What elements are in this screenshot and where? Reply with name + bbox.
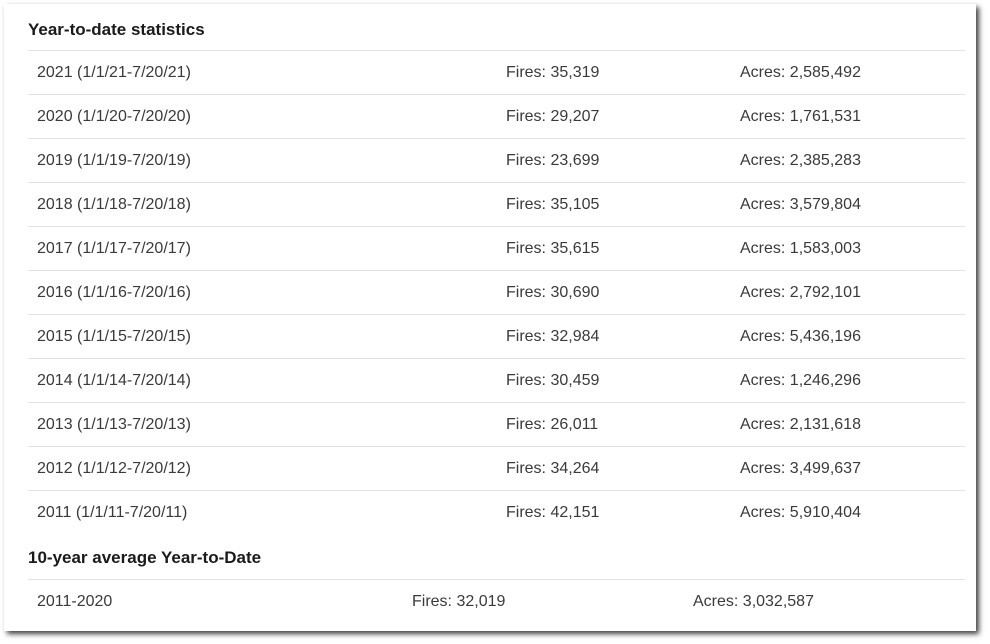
- statistics-card: Year-to-date statistics 2021 (1/1/21-7/2…: [4, 4, 976, 631]
- row-acres: Acres: 3,499,637: [740, 460, 861, 477]
- row-fires: Fires: 35,615: [506, 240, 600, 257]
- table-row: 2021 (1/1/21-7/20/21) Fires: 35,319 Acre…: [28, 50, 965, 94]
- row-period: 2014 (1/1/14-7/20/14): [37, 372, 191, 389]
- ytd-section-title: Year-to-date statistics: [28, 20, 205, 39]
- table-row: 2014 (1/1/14-7/20/14) Fires: 30,459 Acre…: [28, 358, 965, 402]
- row-acres: Acres: 2,131,618: [740, 416, 861, 433]
- row-acres: Acres: 1,583,003: [740, 240, 861, 257]
- table-row: 2011-2020 Fires: 32,019 Acres: 3,032,587: [28, 579, 965, 623]
- row-fires: Fires: 35,105: [506, 196, 600, 213]
- row-acres: Acres: 3,579,804: [740, 196, 861, 213]
- row-fires: Fires: 30,459: [506, 372, 600, 389]
- row-fires: Fires: 29,207: [506, 108, 600, 125]
- table-row: 2015 (1/1/15-7/20/15) Fires: 32,984 Acre…: [28, 314, 965, 358]
- row-acres: Acres: 2,585,492: [740, 64, 861, 81]
- row-acres: Acres: 1,246,296: [740, 372, 861, 389]
- ytd-table: 2021 (1/1/21-7/20/21) Fires: 35,319 Acre…: [28, 50, 965, 534]
- table-row: 2017 (1/1/17-7/20/17) Fires: 35,615 Acre…: [28, 226, 965, 270]
- table-row: 2018 (1/1/18-7/20/18) Fires: 35,105 Acre…: [28, 182, 965, 226]
- table-row: 2016 (1/1/16-7/20/16) Fires: 30,690 Acre…: [28, 270, 965, 314]
- row-fires: Fires: 26,011: [506, 416, 599, 433]
- row-acres: Acres: 3,032,587: [693, 593, 814, 610]
- table-row: 2020 (1/1/20-7/20/20) Fires: 29,207 Acre…: [28, 94, 965, 138]
- row-period: 2013 (1/1/13-7/20/13): [37, 416, 191, 433]
- average-table: 2011-2020 Fires: 32,019 Acres: 3,032,587: [28, 579, 965, 623]
- row-period: 2016 (1/1/16-7/20/16): [37, 284, 191, 301]
- row-acres: Acres: 1,761,531: [740, 108, 861, 125]
- row-period: 2017 (1/1/17-7/20/17): [37, 240, 191, 257]
- row-period: 2018 (1/1/18-7/20/18): [37, 196, 191, 213]
- average-section-title: 10-year average Year-to-Date: [28, 548, 262, 567]
- row-period: 2011 (1/1/11-7/20/11): [37, 504, 188, 521]
- row-fires: Fires: 32,019: [412, 593, 506, 610]
- table-row: 2011 (1/1/11-7/20/11) Fires: 42,151 Acre…: [28, 490, 965, 534]
- row-acres: Acres: 5,910,404: [740, 504, 861, 521]
- row-fires: Fires: 42,151: [506, 504, 600, 521]
- table-row: 2013 (1/1/13-7/20/13) Fires: 26,011 Acre…: [28, 402, 965, 446]
- row-period: 2019 (1/1/19-7/20/19): [37, 152, 191, 169]
- row-acres: Acres: 2,385,283: [740, 152, 861, 169]
- row-period: 2020 (1/1/20-7/20/20): [37, 108, 191, 125]
- row-fires: Fires: 34,264: [506, 460, 600, 477]
- row-acres: Acres: 2,792,101: [740, 284, 861, 301]
- row-fires: Fires: 32,984: [506, 328, 600, 345]
- table-row: 2019 (1/1/19-7/20/19) Fires: 23,699 Acre…: [28, 138, 965, 182]
- row-period: 2021 (1/1/21-7/20/21): [37, 64, 191, 81]
- row-fires: Fires: 30,690: [506, 284, 600, 301]
- row-period: 2015 (1/1/15-7/20/15): [37, 328, 191, 345]
- row-period: 2011-2020: [37, 593, 113, 610]
- row-period: 2012 (1/1/12-7/20/12): [37, 460, 191, 477]
- row-fires: Fires: 35,319: [506, 64, 600, 81]
- table-row: 2012 (1/1/12-7/20/12) Fires: 34,264 Acre…: [28, 446, 965, 490]
- row-acres: Acres: 5,436,196: [740, 328, 861, 345]
- row-fires: Fires: 23,699: [506, 152, 600, 169]
